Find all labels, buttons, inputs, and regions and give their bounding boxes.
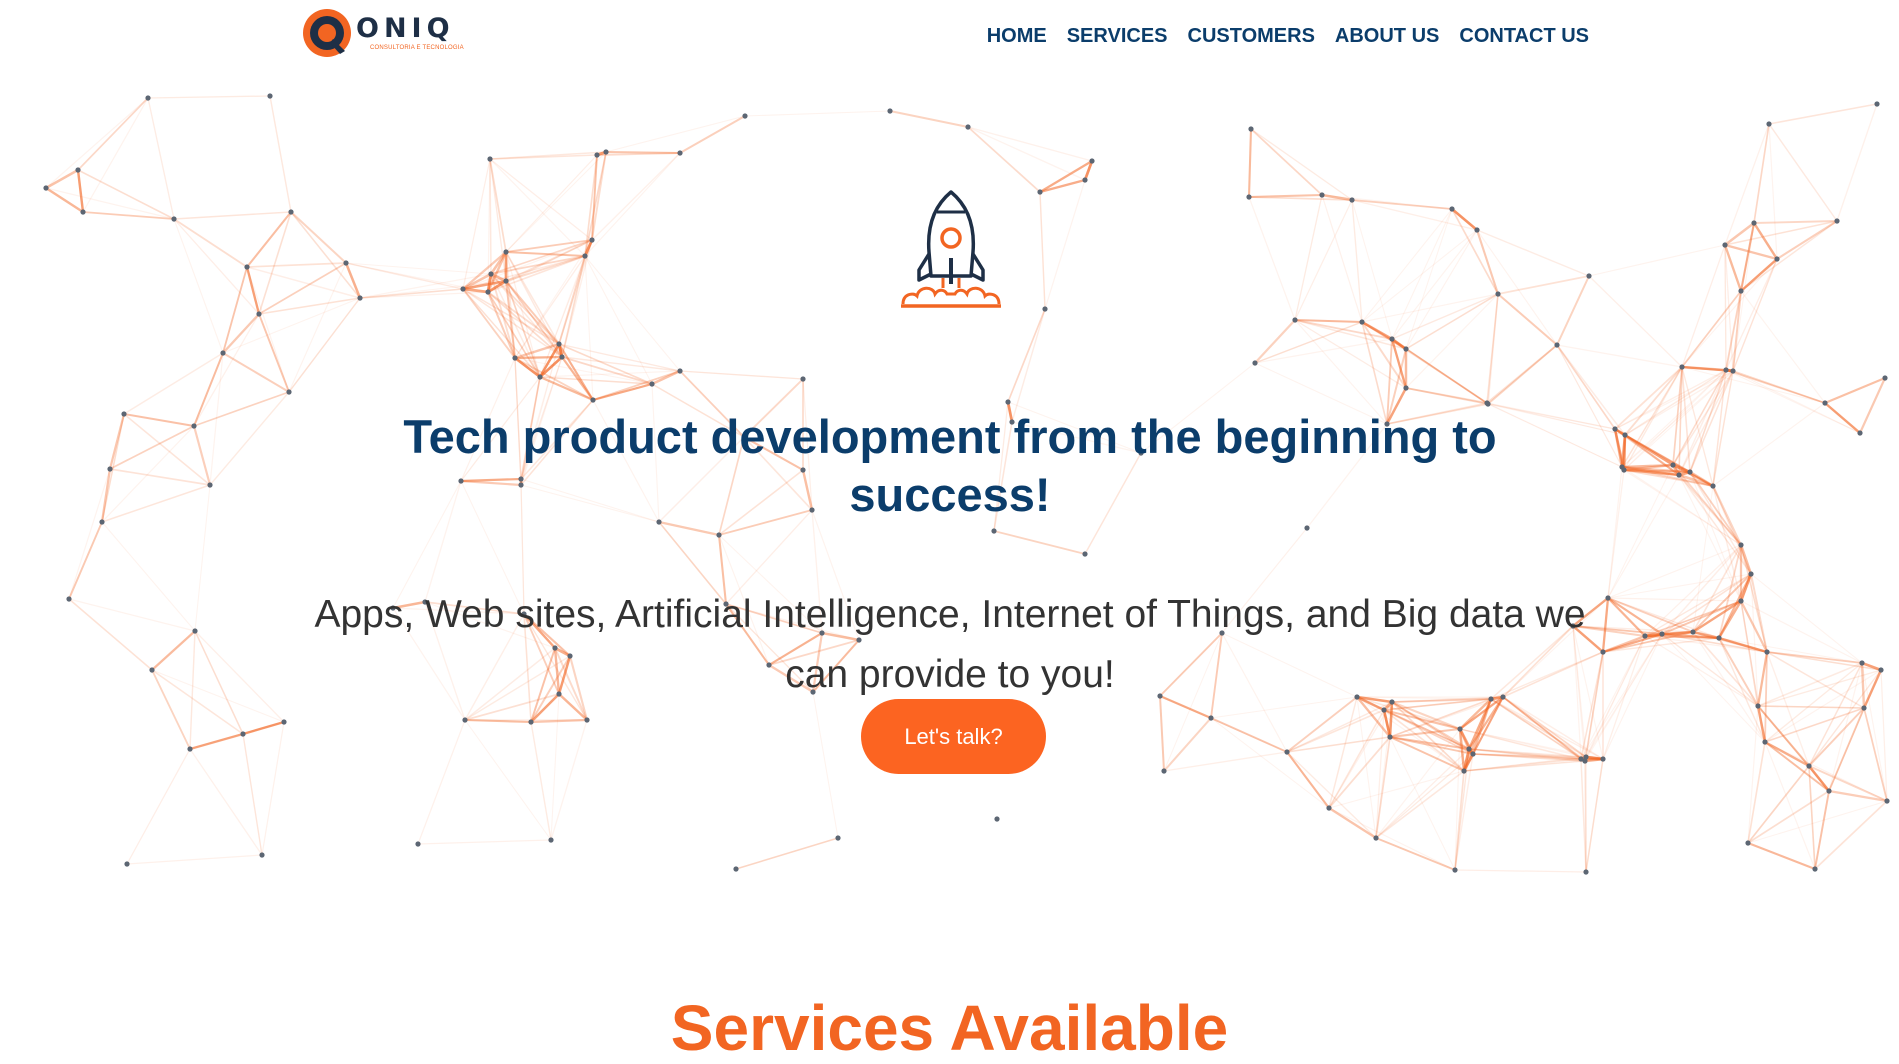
- nav-about-us[interactable]: ABOUT US: [1335, 25, 1439, 48]
- logo-q-icon: [303, 9, 351, 57]
- nav-customers[interactable]: CUSTOMERS: [1188, 25, 1315, 48]
- nav-home[interactable]: HOME: [987, 25, 1047, 48]
- hero-subtitle: Apps, Web sites, Artificial Intelligence…: [314, 593, 1586, 696]
- nav-contact-us[interactable]: CONTACT US: [1459, 25, 1589, 48]
- hero-title: Tech product development from the beginn…: [403, 410, 1497, 521]
- rocket-icon: [901, 190, 1001, 308]
- logo-tagline: CONSULTORIA E TECNOLOGIA: [370, 45, 464, 51]
- site-header: ONIQ CONSULTORIA E TECNOLOGIA HOME SERVI…: [0, 0, 1899, 70]
- lets-talk-button[interactable]: Let's talk?: [861, 699, 1046, 774]
- nav-services[interactable]: SERVICES: [1067, 25, 1168, 48]
- site-logo[interactable]: ONIQ CONSULTORIA E TECNOLOGIA: [300, 4, 464, 62]
- logo-wordmark: ONIQ: [356, 13, 455, 44]
- services-heading: Services Available: [670, 992, 1229, 1064]
- main-nav: HOME SERVICES CUSTOMERS ABOUT US CONTACT…: [987, 25, 1589, 48]
